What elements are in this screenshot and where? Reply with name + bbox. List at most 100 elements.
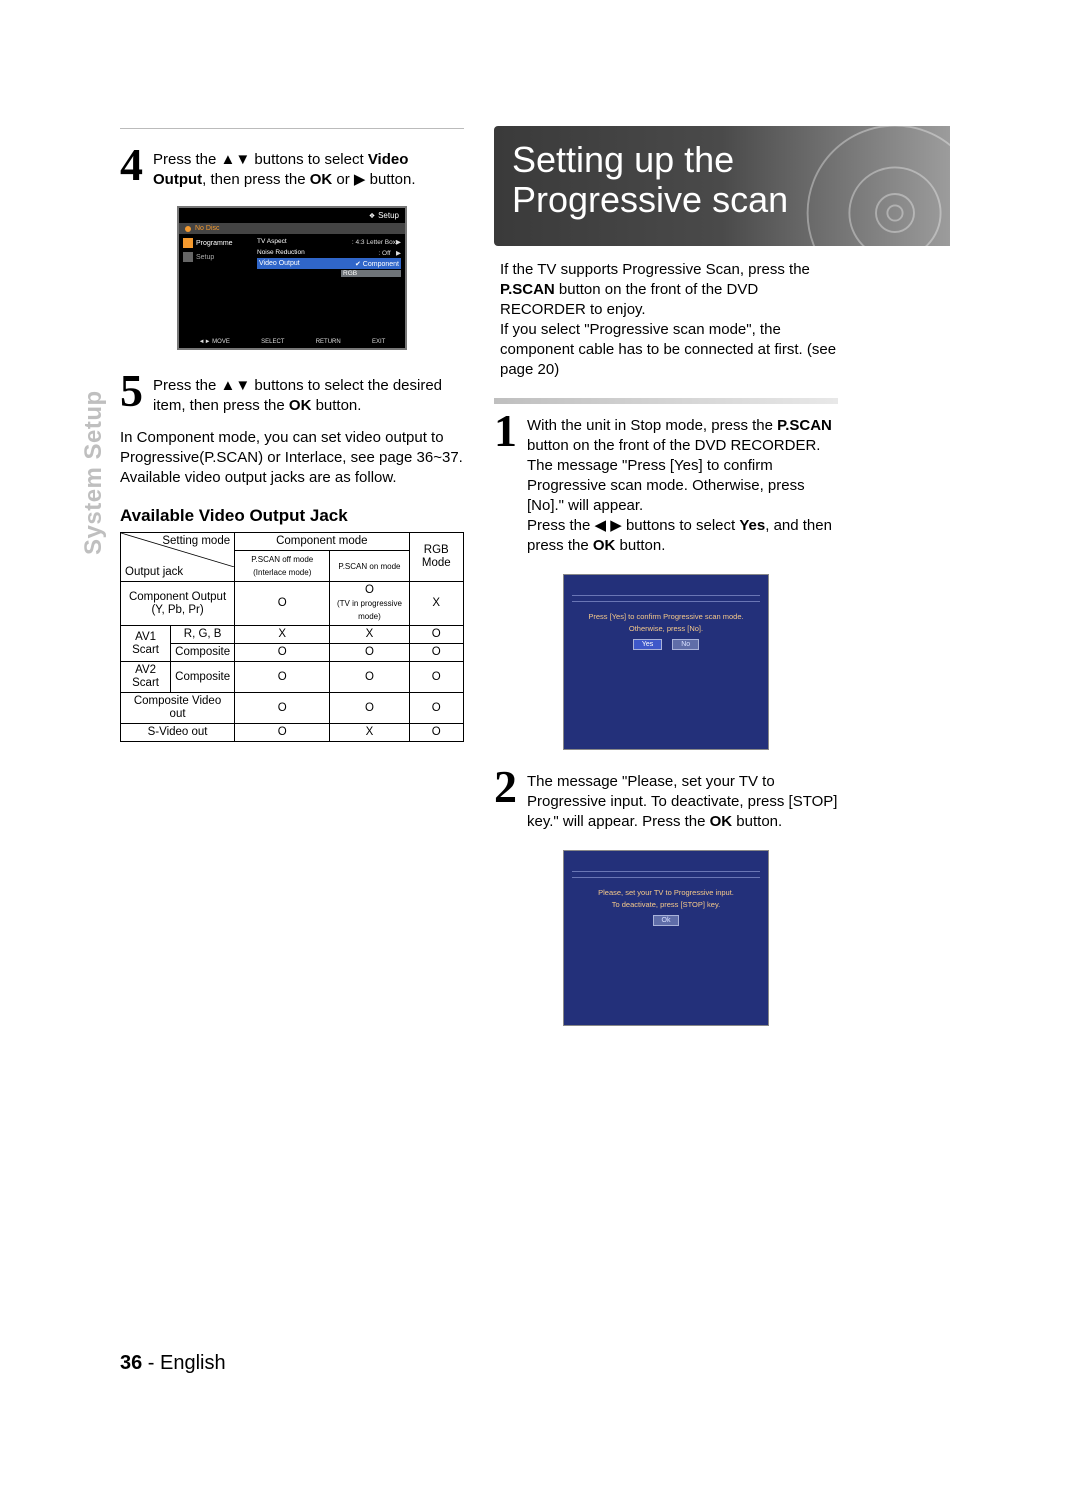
label: RGB: [343, 270, 357, 277]
osd-row: TV Aspect: 4:3 Letter Box▶: [257, 236, 401, 247]
dialog-buttons: Ok: [564, 915, 768, 926]
section-side-label: System Setup: [80, 390, 108, 555]
output-jack-table: Output jack Setting mode Component mode …: [120, 532, 464, 742]
dialog-line: Otherwise, press [No].: [572, 624, 760, 633]
osd-title-bar: ❖ Setup: [179, 208, 405, 223]
dialog-line: Please, set your TV to Progressive input…: [572, 888, 760, 897]
osd-option: RGB: [341, 270, 401, 277]
osd-options: RGB: [341, 269, 401, 277]
top-rule: [120, 128, 464, 129]
osd-row-selected: Video Output ✔ Component: [257, 258, 401, 269]
text: button.: [365, 171, 415, 188]
val: ✔ Component: [355, 260, 399, 268]
cell: X: [235, 626, 330, 644]
t: With the unit in Stop mode, press the: [527, 417, 777, 434]
t: If the TV supports Progressive Scan, pre…: [500, 261, 810, 278]
t: RETURN: [316, 339, 341, 345]
row-sublabel: Composite: [171, 644, 235, 662]
confirm-dialog-screenshot: Press [Yes] to confirm Progressive scan …: [563, 574, 769, 750]
t: Press the: [527, 517, 595, 534]
cell: O: [409, 662, 463, 693]
t: If you select "Progressive scan mode", t…: [500, 321, 836, 378]
page-number: 36: [120, 1352, 142, 1374]
text: In Component mode, you can set video out…: [120, 428, 464, 468]
hint: EXIT: [372, 339, 385, 345]
component-note: In Component mode, you can set video out…: [120, 428, 464, 488]
osd-option-stack: RGB: [257, 269, 401, 277]
b: P.SCAN: [777, 417, 832, 434]
cell: X: [330, 724, 409, 742]
t: button.: [732, 813, 782, 830]
row-label: Composite Video out: [121, 693, 235, 724]
step-number: 2: [494, 770, 517, 804]
table-row: Output jack Setting mode Component mode …: [121, 533, 464, 551]
osd-hints: ◄► MOVE SELECT RETURN EXIT: [179, 336, 405, 348]
yes-button: Yes: [633, 639, 662, 650]
b: OK: [593, 537, 616, 554]
th: Component mode: [235, 533, 409, 551]
disc-icon: [185, 226, 191, 232]
setup-osd-screenshot: ❖ Setup No Disc Programme Setup TV Aspec…: [177, 206, 407, 350]
step-number: 1: [494, 414, 517, 448]
row-label: S-Video out: [121, 724, 235, 742]
cell: O: [330, 693, 409, 724]
cell: O: [235, 662, 330, 693]
step-4: 4 Press the ▲▼ buttons to select Video O…: [120, 148, 464, 190]
ok-button: Ok: [653, 915, 680, 926]
t: The message "Press [Yes] to confirm Prog…: [527, 457, 805, 514]
key: Video Output: [259, 260, 300, 267]
rule: [572, 877, 760, 878]
cell: O: [409, 693, 463, 724]
setup-icon: [183, 252, 193, 262]
hint: RETURN: [316, 339, 341, 345]
b: P.SCAN: [500, 281, 555, 298]
text: buttons to select: [250, 151, 368, 168]
osd-nodisc-bar: No Disc: [179, 223, 405, 234]
b: Yes: [739, 517, 765, 534]
text: Available video output jacks are as foll…: [120, 468, 464, 488]
osd-content: TV Aspect: 4:3 Letter Box▶ Noise Reducti…: [253, 234, 405, 279]
diag-cell: Output jack Setting mode: [121, 533, 235, 582]
table-row: Component Output(Y, Pb, Pr) O O(TV in pr…: [121, 582, 464, 626]
key: Noise Reduction: [257, 249, 305, 256]
note: (TV in progressive mode): [337, 599, 402, 621]
bold: OK: [289, 397, 312, 414]
cell: O: [409, 626, 463, 644]
dialog-line: To deactivate, press [STOP] key.: [572, 900, 760, 909]
v: O: [365, 584, 374, 596]
t: SELECT: [261, 339, 284, 345]
b: OK: [710, 813, 733, 830]
val: : Off ▶: [378, 249, 401, 257]
text: , then press the: [202, 171, 310, 188]
th: RGB Mode: [409, 533, 463, 582]
no-button: No: [672, 639, 699, 650]
diamond-icon: ❖: [369, 212, 375, 220]
osd-body: Programme Setup TV Aspect: 4:3 Letter Bo…: [179, 234, 405, 279]
row-label: AV2 Scart: [121, 662, 171, 693]
v: Off: [382, 250, 391, 257]
cell: O: [330, 662, 409, 693]
programme-icon: [183, 238, 193, 248]
language-label: English: [160, 1352, 226, 1374]
text: Press the: [153, 377, 221, 394]
progressive-dialog-screenshot: Please, set your TV to Progressive input…: [563, 850, 769, 1026]
bold: OK: [310, 171, 333, 188]
cell: O (TV in progressive mode): [330, 582, 409, 626]
step-2: 2 The message "Please, set your TV to Pr…: [494, 770, 838, 832]
t: EXIT: [372, 339, 385, 345]
cell: O: [235, 582, 330, 626]
page-footer: 36 - English: [120, 1352, 226, 1375]
t: buttons to select: [622, 517, 740, 534]
rule: [572, 871, 760, 872]
osd-title: Setup: [378, 211, 399, 220]
cell: X: [409, 582, 463, 626]
row-sublabel: Composite: [171, 662, 235, 693]
step-number: 5: [120, 374, 143, 408]
cell: O: [409, 724, 463, 742]
step-text: Press the ▲▼ buttons to select Video Out…: [153, 148, 464, 190]
th-sub: P.SCAN off mode (Interlace mode): [235, 551, 330, 582]
separator-bar: [494, 398, 838, 404]
hint: SELECT: [261, 339, 284, 345]
dialog-line: Press [Yes] to confirm Progressive scan …: [572, 612, 760, 621]
left-column: 4 Press the ▲▼ buttons to select Video O…: [120, 148, 464, 742]
